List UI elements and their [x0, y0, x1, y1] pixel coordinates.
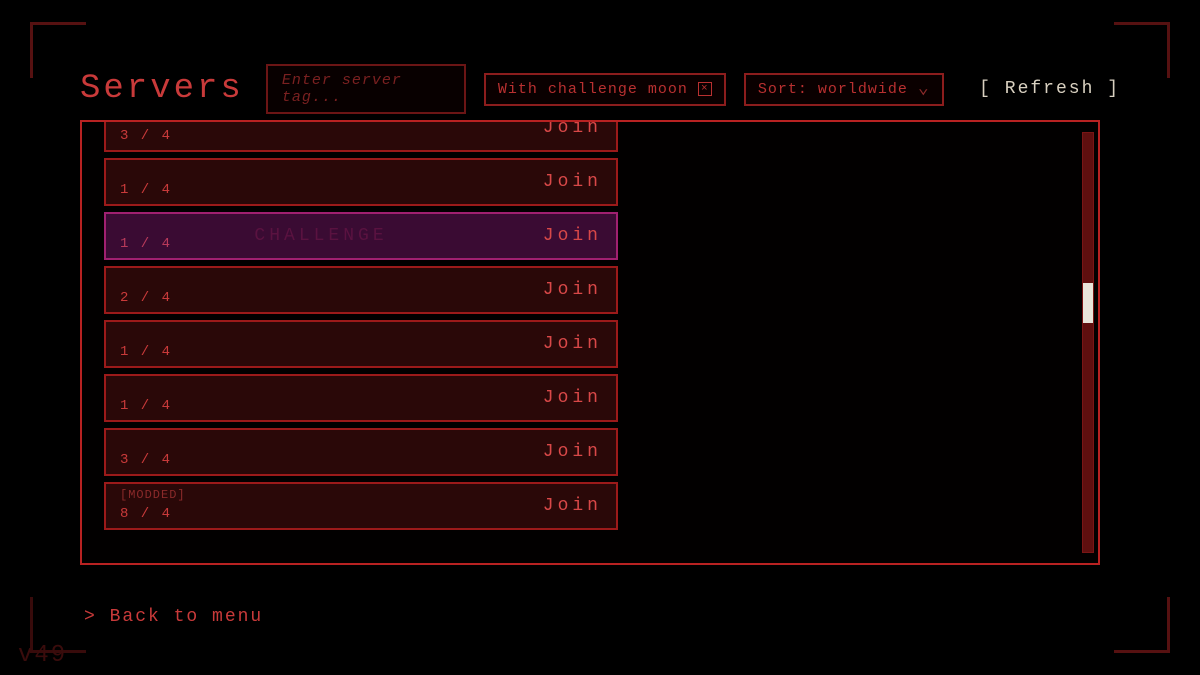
join-button[interactable]: Join — [543, 226, 602, 246]
join-button[interactable]: Join — [543, 388, 602, 408]
clear-filter-icon[interactable]: × — [698, 82, 712, 96]
server-row[interactable]: [MODDED] 8 / 4 Join — [104, 482, 618, 530]
player-count: 1 / 4 — [120, 344, 172, 360]
player-count: 3 / 4 — [120, 128, 172, 144]
sort-dropdown[interactable]: Sort: worldwide ⌄ — [744, 73, 944, 106]
join-button[interactable]: Join — [543, 120, 602, 138]
join-button[interactable]: Join — [543, 172, 602, 192]
player-count: 1 / 4 — [120, 398, 172, 414]
server-row[interactable]: 1 / 4 Join — [104, 320, 618, 368]
sort-label: Sort: worldwide — [758, 81, 908, 98]
player-count: 3 / 4 — [120, 452, 172, 468]
frame-corner-tr — [1114, 22, 1170, 78]
player-count: 1 / 4 — [120, 236, 172, 252]
join-button[interactable]: Join — [543, 334, 602, 354]
server-list: 3 / 4Join1 / 4Join1 / 4CHALLENGEJoin2 / … — [82, 120, 618, 536]
player-count: 2 / 4 — [120, 290, 172, 306]
challenge-badge: CHALLENGE — [254, 226, 387, 246]
server-row[interactable]: 1 / 4 Join — [104, 374, 618, 422]
join-button[interactable]: Join — [543, 442, 602, 462]
scrollbar[interactable] — [1082, 132, 1094, 553]
header-bar: Servers Enter server tag... With challen… — [80, 64, 1120, 114]
player-count: 1 / 4 — [120, 182, 172, 198]
server-row[interactable]: 1 / 4 CHALLENGE Join — [104, 212, 618, 260]
search-input[interactable]: Enter server tag... — [266, 64, 466, 114]
server-row[interactable]: 3 / 4 Join — [104, 120, 618, 152]
version-label: v49 — [18, 642, 67, 669]
frame-corner-tl — [30, 22, 86, 78]
frame-corner-br — [1114, 597, 1170, 653]
filter-challenge-moon[interactable]: With challenge moon × — [484, 73, 726, 106]
page-title: Servers — [80, 70, 244, 108]
server-name: [MODDED] — [120, 488, 186, 502]
player-count: 8 / 4 — [120, 506, 172, 522]
refresh-button[interactable]: [ Refresh ] — [979, 79, 1120, 99]
server-row[interactable]: 2 / 4 Join — [104, 266, 618, 314]
server-row[interactable]: 3 / 4 Join — [104, 428, 618, 476]
filter-label: With challenge moon — [498, 81, 688, 98]
join-button[interactable]: Join — [543, 496, 602, 516]
server-list-panel: 3 / 4Join1 / 4Join1 / 4CHALLENGEJoin2 / … — [80, 120, 1100, 565]
back-to-menu-button[interactable]: > Back to menu — [84, 607, 263, 627]
server-row[interactable]: 1 / 4 Join — [104, 158, 618, 206]
scrollbar-thumb[interactable] — [1083, 283, 1093, 323]
join-button[interactable]: Join — [543, 280, 602, 300]
